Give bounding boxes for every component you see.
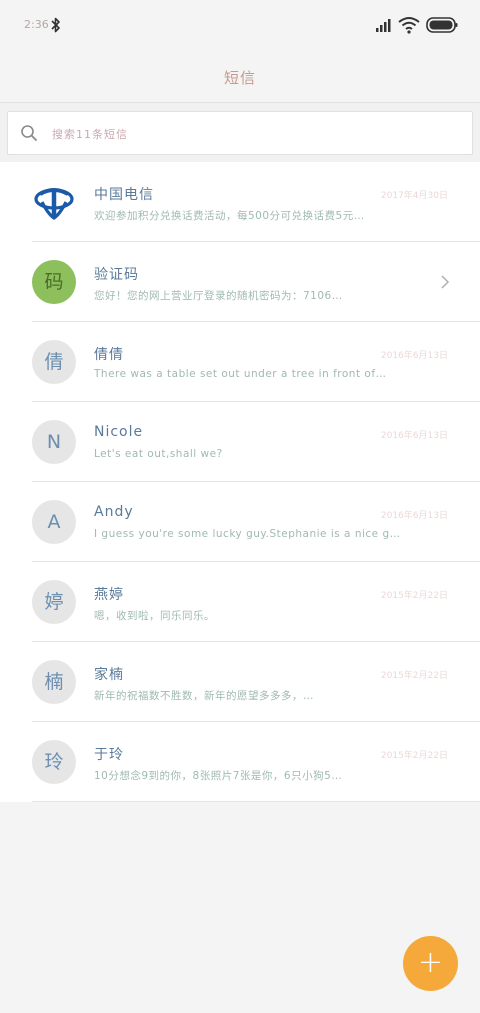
contact-name: Andy: [94, 504, 134, 520]
avatar: 码: [32, 260, 76, 304]
conversation-row-verification-code[interactable]: 码 验证码 您好！您的网上营业厅登录的随机密码为：7106…: [0, 242, 480, 322]
conversation-row-yanting[interactable]: 婷 燕婷 2015年2月22日 嗯，收到啦，同乐同乐。: [0, 562, 480, 642]
message-preview: 欢迎参加积分兑换话费活动，每500分可兑换话费5元…: [94, 210, 365, 222]
message-date: 2016年6月13日: [380, 351, 448, 361]
contact-name: Nicole: [94, 424, 144, 440]
chevron-right-icon[interactable]: [440, 274, 450, 290]
search-placeholder: 搜索11条短信: [52, 128, 128, 141]
status-bar: 2:36: [0, 0, 480, 52]
contact-name: 验证码: [94, 267, 139, 283]
conversation-list: 中国电信 2017年4月30日 欢迎参加积分兑换话费活动，每500分可兑换话费5…: [0, 162, 480, 802]
message-preview: Let's eat out,shall we?: [94, 448, 223, 460]
contact-name: 中国电信: [94, 187, 154, 203]
title-bar: 短信: [0, 52, 480, 102]
message-preview: There was a table set out under a tree i…: [94, 368, 387, 380]
message-date: 2017年4月30日: [380, 191, 448, 201]
bluetooth-icon: [51, 17, 60, 33]
divider: [32, 801, 480, 802]
page-title: 短信: [223, 69, 256, 87]
wifi-icon: [398, 17, 420, 34]
conversation-row-qianqian[interactable]: 倩 倩倩 2016年6月13日 There was a table set ou…: [0, 322, 480, 402]
china-telecom-logo-icon: [32, 180, 76, 224]
message-preview: 新年的祝福数不胜数，新年的愿望多多多，…: [94, 690, 314, 702]
conversation-row-nicole[interactable]: N Nicole 2016年6月13日 Let's eat out,shall …: [0, 402, 480, 482]
message-preview: 您好！您的网上营业厅登录的随机密码为：7106…: [94, 290, 343, 302]
avatar: 玲: [32, 740, 76, 784]
message-date: 2016年6月13日: [380, 511, 448, 521]
conversation-row-andy[interactable]: A Andy 2016年6月13日 I guess you're some lu…: [0, 482, 480, 562]
avatar: 倩: [32, 340, 76, 384]
search-input[interactable]: 搜索11条短信: [7, 111, 473, 155]
conversation-row-yuling[interactable]: 玲 于玲 2015年2月22日 10分想念9到的你，8张照片7张是你，6只小狗5…: [0, 722, 480, 802]
message-preview: 嗯，收到啦，同乐同乐。: [94, 610, 215, 622]
message-date: 2015年2月22日: [380, 591, 448, 601]
contact-name: 家楠: [94, 667, 124, 683]
avatar: 婷: [32, 580, 76, 624]
search-icon: [21, 125, 37, 141]
battery-icon: [426, 17, 458, 33]
signal-icon: [376, 19, 391, 32]
message-date: 2015年2月22日: [380, 671, 448, 681]
contact-name: 于玲: [94, 747, 124, 763]
message-preview: I guess you're some lucky guy.Stephanie …: [94, 528, 401, 540]
avatar: N: [32, 420, 76, 464]
message-date: 2015年2月22日: [380, 751, 448, 761]
conversation-row-china-telecom[interactable]: 中国电信 2017年4月30日 欢迎参加积分兑换话费活动，每500分可兑换话费5…: [0, 162, 480, 242]
message-preview: 10分想念9到的你，8张照片7张是你，6只小狗5…: [94, 770, 343, 782]
message-date: 2016年6月13日: [380, 431, 448, 441]
avatar: A: [32, 500, 76, 544]
status-time: 2:36: [24, 18, 49, 31]
contact-name: 倩倩: [94, 347, 124, 363]
new-message-button[interactable]: +: [403, 936, 458, 991]
contact-name: 燕婷: [94, 587, 124, 603]
search-area: 搜索11条短信: [0, 102, 480, 163]
avatar: 楠: [32, 660, 76, 704]
conversation-row-jianan[interactable]: 楠 家楠 2015年2月22日 新年的祝福数不胜数，新年的愿望多多多，…: [0, 642, 480, 722]
